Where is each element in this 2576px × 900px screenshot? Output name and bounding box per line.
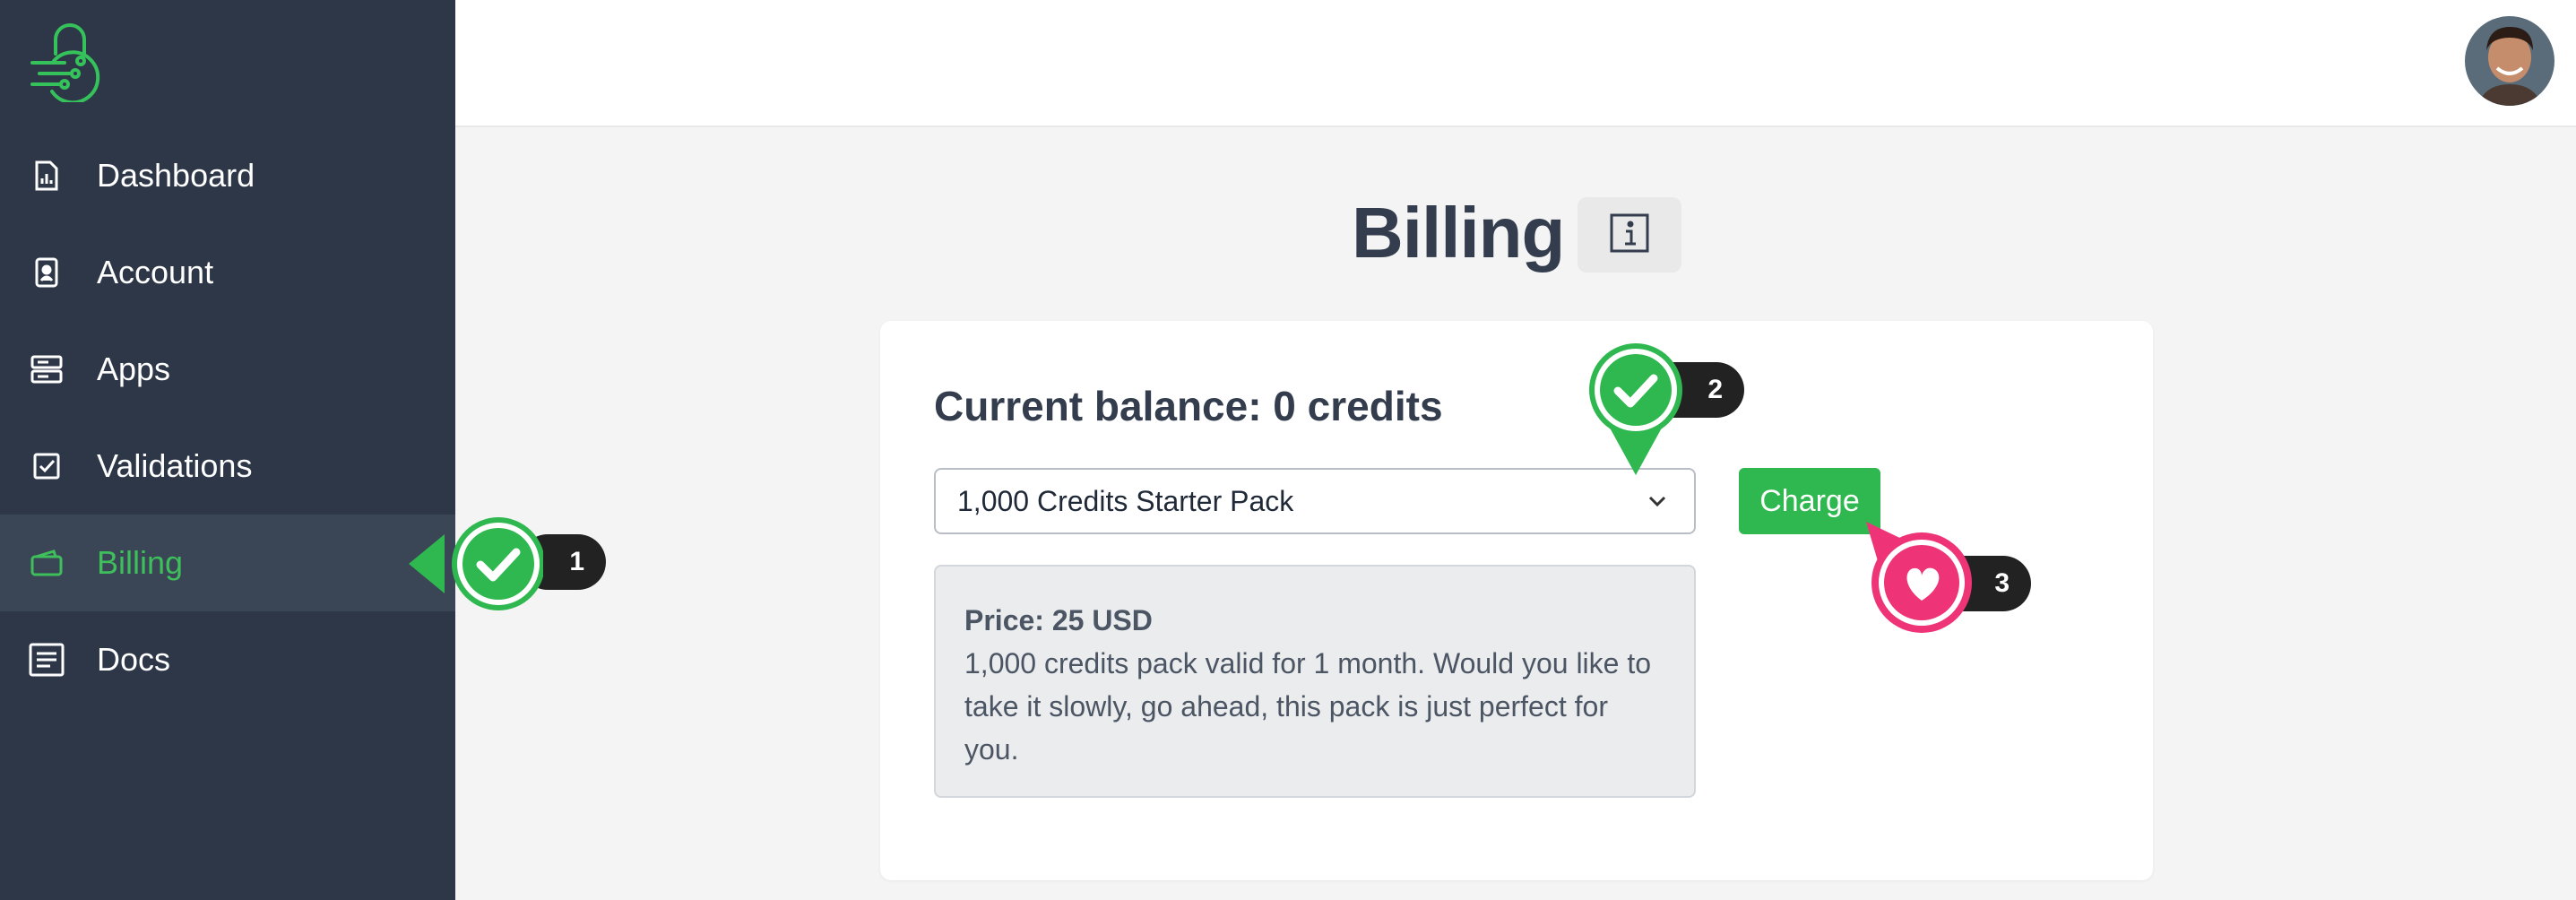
server-stack-icon [27,350,66,389]
select-value: 1,000 Credits Starter Pack [957,484,1294,517]
marker-1 [409,515,545,618]
sidebar-item-billing[interactable]: Billing [0,515,455,611]
current-balance: Current balance: 0 credits [934,383,1443,429]
sidebar-item-label: Account [97,254,214,290]
user-avatar[interactable] [2465,16,2554,106]
document-chart-icon [27,156,66,195]
top-header [455,0,2576,127]
sidebar-nav: Dashboard Account Apps Validations Billi… [0,127,455,708]
document-lines-icon [27,640,66,679]
sidebar-item-apps[interactable]: Apps [0,321,455,418]
wallet-icon [27,543,66,583]
credit-pack-select[interactable]: 1,000 Credits Starter Pack [934,468,1696,534]
page-title: Billing [1352,193,1565,273]
pack-price: Price: 25 USD [964,604,1153,636]
marker-3 [1854,516,1988,643]
pack-description-box: Price: 25 USD 1,000 credits pack valid f… [934,565,1696,798]
info-button[interactable] [1578,197,1681,273]
sidebar-item-label: Billing [97,544,184,581]
sidebar-item-docs[interactable]: Docs [0,611,455,708]
sidebar: Dashboard Account Apps Validations Billi… [0,0,455,900]
id-card-icon [27,253,66,292]
sidebar-item-account[interactable]: Account [0,224,455,321]
checkbox-icon [27,446,66,486]
sidebar-item-label: Dashboard [97,157,255,194]
sidebar-item-label: Validations [97,447,253,484]
pack-description: 1,000 credits pack valid for 1 month. Wo… [964,647,1652,766]
marker-2 [1586,341,1685,480]
sidebar-item-label: Apps [97,350,171,387]
sidebar-item-validations[interactable]: Validations [0,418,455,515]
info-icon [1609,212,1650,258]
chevron-down-icon [1642,486,1673,516]
sidebar-item-label: Docs [97,641,171,678]
lock-circuit-icon[interactable] [29,20,104,105]
sidebar-item-dashboard[interactable]: Dashboard [0,127,455,224]
